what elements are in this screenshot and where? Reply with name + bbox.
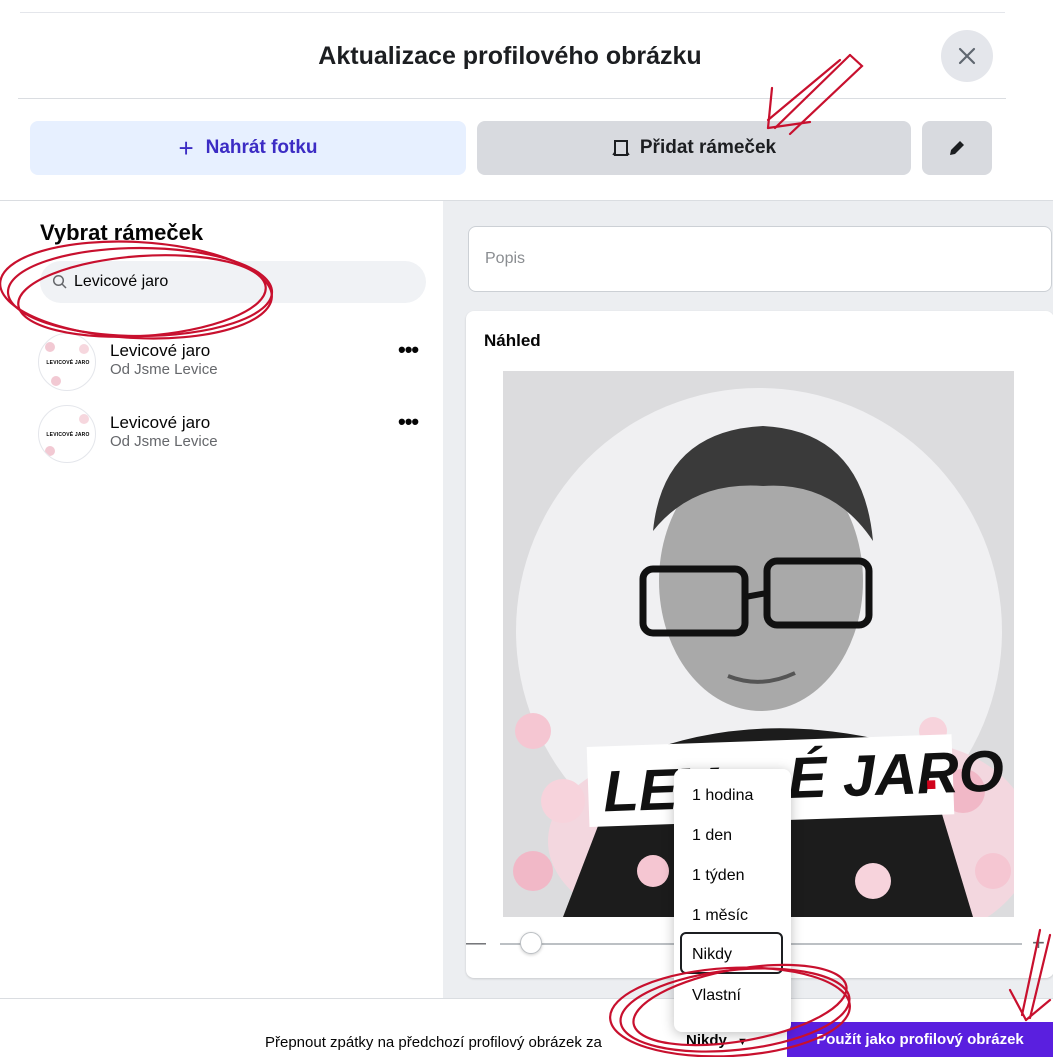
frame-thumbnail: LEVICOVÉ JARO	[38, 333, 96, 391]
header-divider	[18, 98, 1006, 99]
dialog-title: Aktualizace profilového obrázku	[318, 42, 702, 70]
close-icon	[958, 47, 976, 65]
frame-panel-title: Vybrat rámeček	[40, 220, 204, 245]
preview-label: Náhled	[484, 331, 541, 350]
revert-duration-menu: 1 hodina 1 den 1 týden 1 měsíc Nikdy Vla…	[674, 769, 791, 1032]
add-frame-label: Přidat rámeček	[639, 137, 777, 158]
frame-list-panel	[0, 201, 443, 998]
frame-search-value: Levicové jaro	[74, 273, 169, 290]
frame-name: Levicové jaro	[110, 413, 211, 432]
pencil-icon	[950, 141, 964, 155]
more-options-button[interactable]: •••	[398, 337, 419, 363]
profile-picture-dialog: Aktualizace profilového obrázku + Nahrát…	[0, 0, 1053, 1057]
search-icon	[52, 274, 67, 289]
frame-banner-right: É JARO	[787, 738, 1005, 810]
menu-item-1-week[interactable]: 1 týden	[692, 867, 744, 885]
frame-banner-dot: .	[922, 737, 940, 803]
close-button[interactable]	[941, 30, 993, 82]
revert-duration-value: Nikdy	[686, 1032, 727, 1049]
caret-down-icon: ▼	[737, 1036, 748, 1048]
zoom-in-button[interactable]: +	[1032, 930, 1045, 956]
menu-item-1-day[interactable]: 1 den	[692, 827, 732, 845]
caption-input[interactable]: Popis	[468, 226, 1052, 292]
frame-thumbnail: LEVICOVÉ JARO	[38, 405, 96, 463]
zoom-slider-handle[interactable]	[520, 932, 542, 954]
plus-icon: +	[178, 133, 194, 163]
add-frame-button[interactable]: Přidat rámeček	[477, 121, 911, 175]
revert-duration-select[interactable]: Nikdy ▼	[686, 1032, 748, 1049]
frame-list-item[interactable]: LEVICOVÉ JARO Levicové jaro Od Jsme Levi…	[38, 333, 433, 391]
frame-name: Levicové jaro	[110, 341, 211, 360]
use-as-profile-picture-button[interactable]: Použít jako profilový obrázek	[787, 1022, 1053, 1057]
menu-selected-highlight	[680, 932, 783, 974]
upload-photo-label: Nahrát fotku	[205, 137, 318, 158]
top-divider	[20, 12, 1005, 13]
edit-button[interactable]	[922, 121, 992, 175]
more-options-button[interactable]: •••	[398, 409, 419, 435]
frame-source: Od Jsme Levice	[110, 433, 218, 450]
frame-source: Od Jsme Levice	[110, 361, 218, 378]
frame-search-input[interactable]: Levicové jaro	[40, 261, 426, 303]
frame-thumbnail-text: LEVICOVÉ JARO	[46, 432, 90, 438]
frame-thumbnail-text: LEVICOVÉ JARO	[46, 360, 90, 366]
menu-item-1-hour[interactable]: 1 hodina	[692, 787, 753, 805]
zoom-out-button[interactable]: —	[466, 932, 486, 955]
menu-item-1-month[interactable]: 1 měsíc	[692, 907, 748, 925]
menu-item-custom[interactable]: Vlastní	[692, 987, 741, 1005]
frame-list-item[interactable]: LEVICOVÉ JARO Levicové jaro Od Jsme Levi…	[38, 405, 433, 463]
upload-photo-button[interactable]: + Nahrát fotku	[30, 121, 466, 175]
revert-label: Přepnout zpátky na předchozí profilový o…	[265, 1034, 602, 1051]
frame-icon	[612, 140, 630, 156]
